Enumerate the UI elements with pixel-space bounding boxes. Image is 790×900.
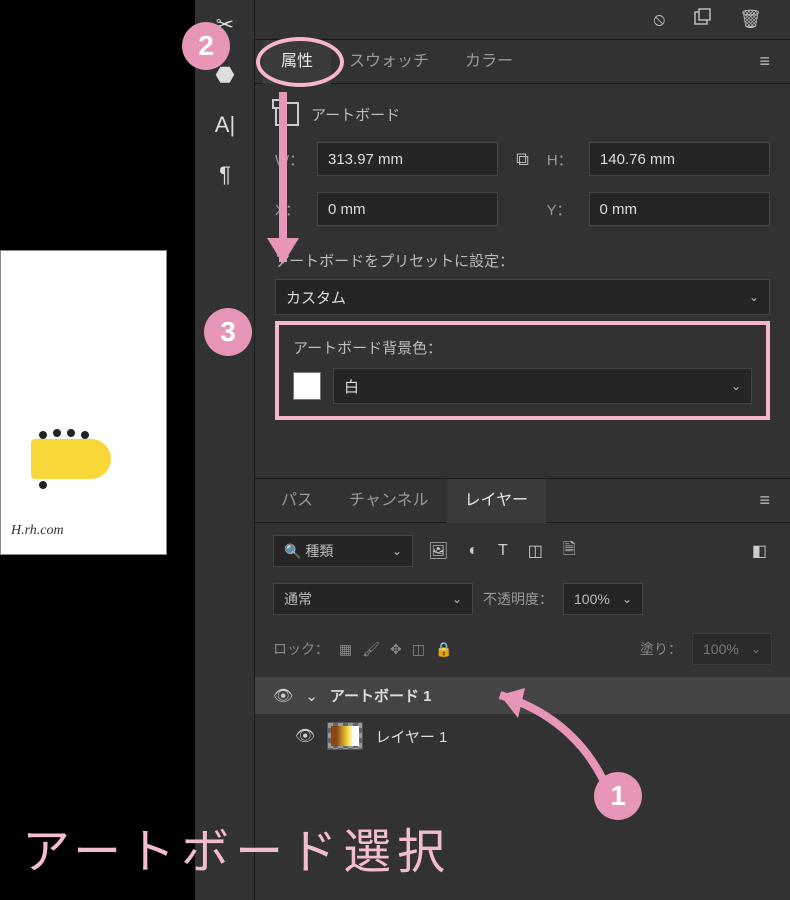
- filter-toggle-icon[interactable]: ◧: [747, 541, 772, 561]
- filter-adjust-icon[interactable]: ◐: [463, 542, 483, 560]
- expand-icon[interactable]: ⌄: [305, 687, 318, 705]
- lock-all-icon[interactable]: 🔒: [435, 641, 452, 658]
- trash-icon[interactable]: 🗑: [739, 9, 762, 30]
- tab-color[interactable]: カラー: [447, 40, 531, 84]
- width-input[interactable]: [317, 142, 498, 176]
- lock-artboard-icon[interactable]: ◫: [412, 641, 425, 658]
- annotation-badge-1: 1: [594, 772, 642, 820]
- layer-filter-row: 🔍 種類 ⌄ 🖼 ◐ T ◫ 🗎 ◧: [255, 523, 790, 579]
- chevron-down-icon: ⌄: [749, 290, 759, 304]
- layer-name: アートボード 1: [330, 685, 432, 706]
- watermark-text: H.rh.com: [11, 523, 64, 539]
- preset-label: アートボードをプリセットに設定：: [275, 250, 770, 271]
- layers-tabs: パス チャンネル レイヤー ≡: [255, 479, 790, 523]
- layer-thumbnail: [327, 722, 363, 750]
- visibility-icon[interactable]: 👁: [295, 726, 315, 746]
- tab-channels[interactable]: チャンネル: [331, 479, 447, 523]
- layers-panel: パス チャンネル レイヤー ≡ 🔍 種類 ⌄ 🖼 ◐ T ◫ 🗎 ◧ 通常⌄ 不…: [255, 478, 790, 758]
- lock-brush-icon[interactable]: 🖌: [362, 641, 380, 658]
- blend-mode-select[interactable]: 通常⌄: [273, 583, 473, 615]
- artboard-bg-section: アートボード背景色： 白 ⌄: [275, 321, 770, 420]
- opacity-label: 不透明度：: [483, 589, 553, 609]
- height-input[interactable]: [589, 142, 770, 176]
- lock-move-icon[interactable]: ✥: [390, 641, 402, 658]
- visibility-icon[interactable]: 👁: [273, 686, 293, 706]
- cancel-icon[interactable]: ⦸: [653, 9, 665, 30]
- panel-topbar: ⦸ 🗑: [255, 0, 790, 40]
- paragraph-tool-icon[interactable]: ¶: [195, 150, 255, 200]
- layer-filter-select[interactable]: 🔍 種類 ⌄: [273, 535, 413, 567]
- lock-label: ロック：: [273, 639, 329, 659]
- bg-swatch[interactable]: [293, 372, 321, 400]
- layers-menu-icon[interactable]: ≡: [747, 490, 782, 511]
- annotation-arrow-down: [279, 92, 287, 262]
- fill-input: 100%⌄: [692, 633, 772, 665]
- y-label: Y：: [547, 199, 577, 220]
- tab-layers[interactable]: レイヤー: [447, 479, 547, 523]
- tab-paths[interactable]: パス: [263, 479, 331, 523]
- annotation-badge-3: 3: [204, 308, 252, 356]
- bg-color-select[interactable]: 白 ⌄: [333, 368, 752, 404]
- layer-1[interactable]: 👁 レイヤー 1: [255, 714, 790, 758]
- filter-smart-icon[interactable]: 🗎: [558, 538, 581, 565]
- chevron-down-icon: ⌄: [731, 379, 741, 393]
- bg-label: アートボード背景色：: [293, 337, 752, 358]
- layer-name: レイヤー 1: [375, 726, 447, 747]
- artboard-label: アートボード: [311, 104, 400, 125]
- y-input[interactable]: [589, 192, 770, 226]
- tool-sidebar: ✂ ⬣ A| ¶: [195, 0, 255, 900]
- fill-label: 塗り：: [640, 639, 682, 659]
- tab-swatches[interactable]: スウォッチ: [331, 40, 447, 84]
- filter-image-icon[interactable]: 🖼: [423, 541, 453, 561]
- filter-shape-icon[interactable]: ◫: [523, 541, 548, 561]
- x-input[interactable]: [317, 192, 498, 226]
- link-icon[interactable]: ⧉: [510, 149, 535, 170]
- preset-value: カスタム: [286, 287, 346, 308]
- type-tool-icon[interactable]: A|: [195, 100, 255, 150]
- canvas-preview: H.rh.com: [0, 250, 167, 555]
- annotation-big-label: アートボード選択: [22, 812, 451, 882]
- filter-type-icon[interactable]: T: [493, 542, 513, 560]
- properties-panel: ⦸ 🗑 属性 スウォッチ カラー ≡ アートボード W： ⧉ H： X： Y： …: [255, 0, 790, 900]
- annotation-badge-2: 2: [182, 22, 230, 70]
- frame-icon[interactable]: [693, 8, 711, 31]
- preset-select[interactable]: カスタム ⌄: [275, 279, 770, 315]
- annotation-oval-2: [256, 37, 344, 87]
- height-label: H：: [547, 149, 577, 170]
- attributes-body: アートボード W： ⧉ H： X： Y： アートボードをプリセットに設定： カス…: [255, 84, 790, 438]
- panel-menu-icon[interactable]: ≡: [747, 51, 782, 72]
- bg-value: 白: [344, 376, 359, 397]
- opacity-input[interactable]: 100%⌄: [563, 583, 643, 615]
- layer-artboard-1[interactable]: 👁 ⌄ アートボード 1: [255, 677, 790, 714]
- guitar-illustration: [1, 429, 121, 489]
- artwork-preview: H.rh.com: [1, 399, 131, 539]
- lock-pixels-icon[interactable]: ▦: [339, 641, 352, 658]
